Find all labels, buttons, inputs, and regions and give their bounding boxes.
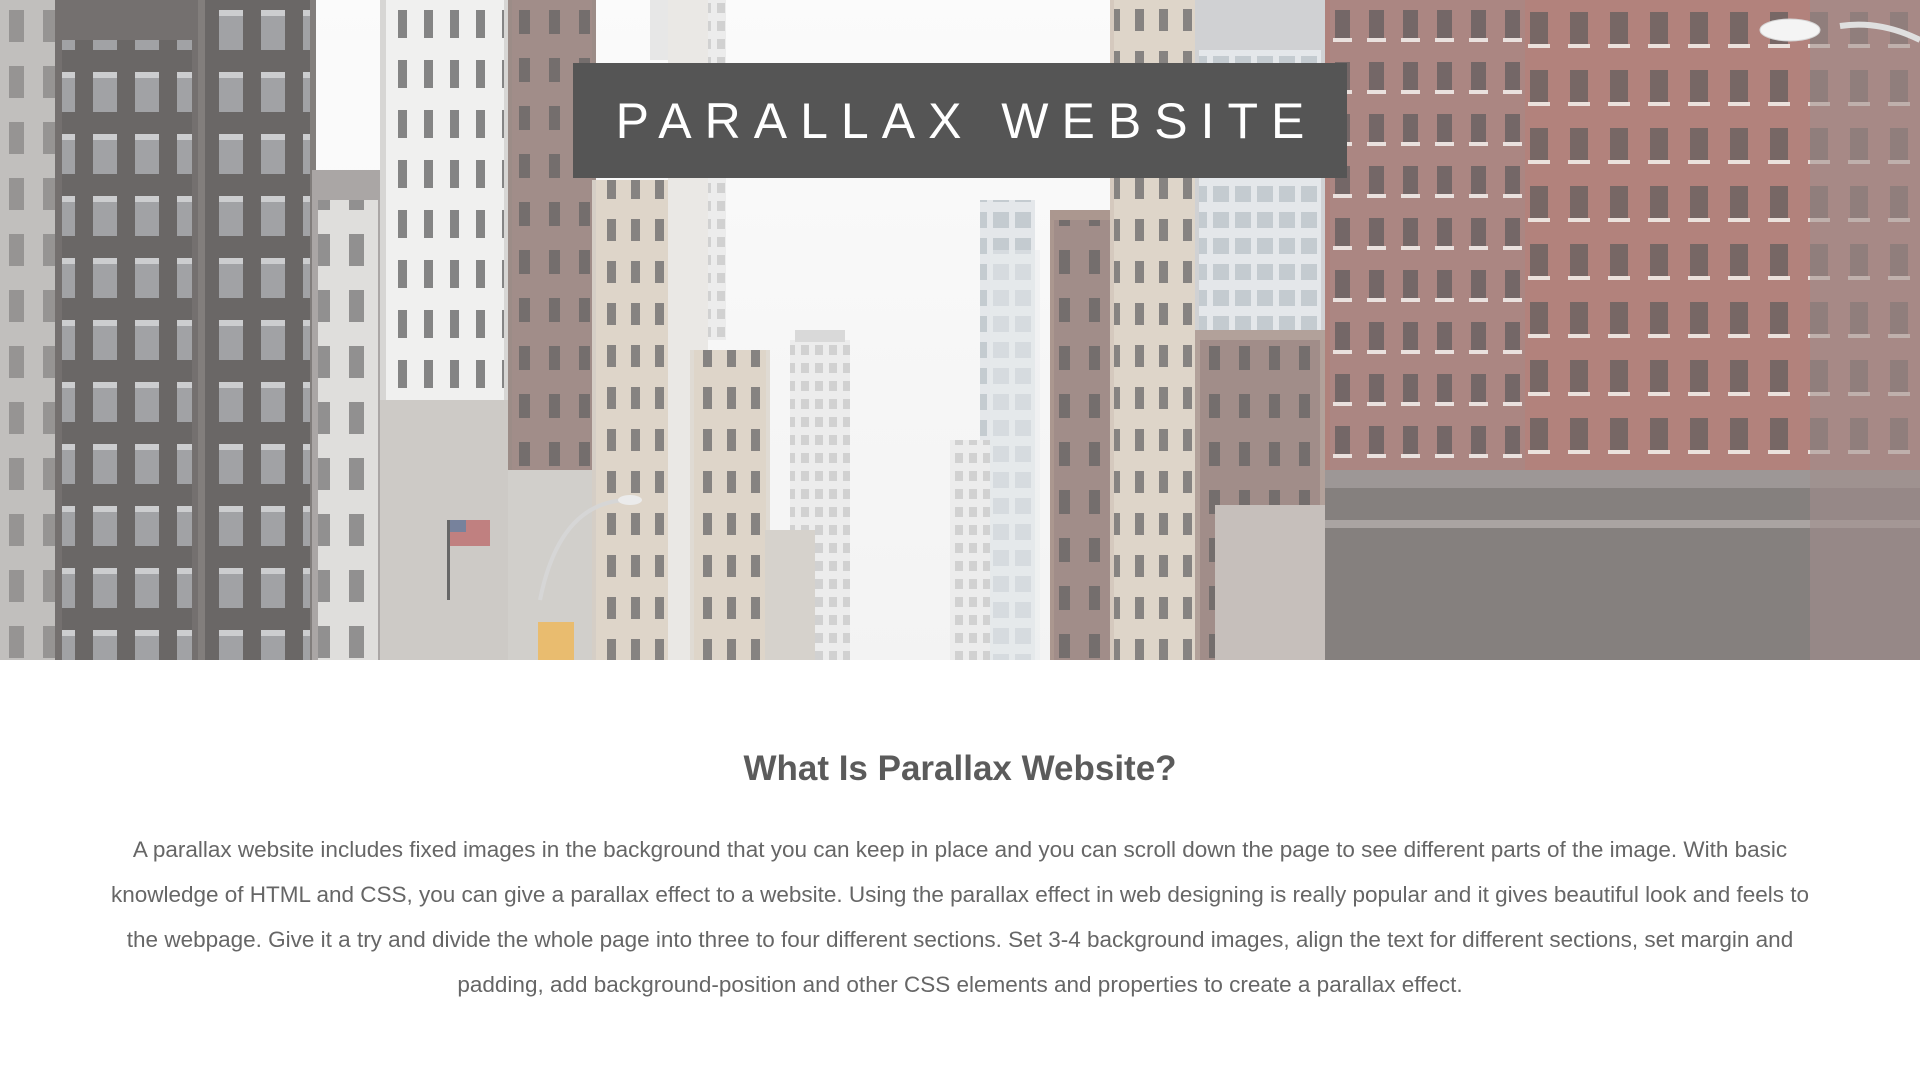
hero-title-box: PARALLAX WEBSITE xyxy=(573,63,1347,178)
hero-section: PARALLAX WEBSITE xyxy=(0,0,1920,660)
section-body: A parallax website includes fixed images… xyxy=(110,837,1810,997)
about-section: What Is Parallax Website? A parallax web… xyxy=(0,660,1920,1080)
section-heading: What Is Parallax Website? xyxy=(743,749,1177,788)
hero-title: PARALLAX WEBSITE xyxy=(615,92,1318,149)
page: PARALLAX WEBSITE What Is Parallax Websit… xyxy=(0,0,1920,1080)
